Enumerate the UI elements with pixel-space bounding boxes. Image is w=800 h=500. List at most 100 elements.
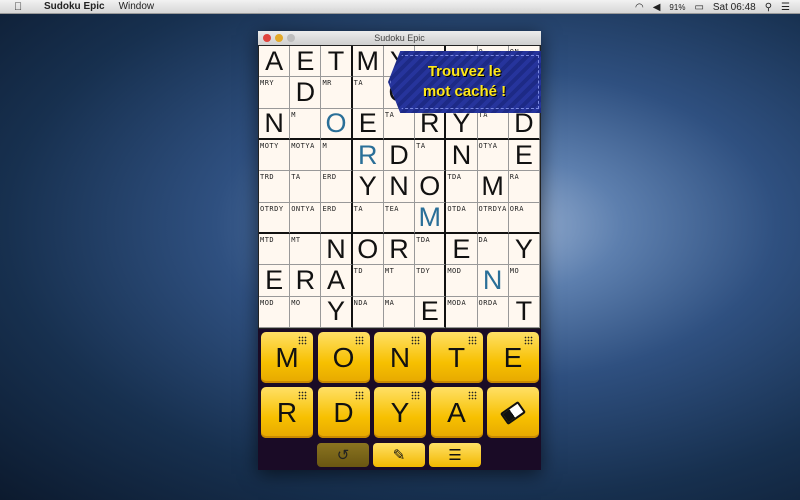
grid-cell[interactable]: ERD: [321, 171, 353, 203]
undo-button[interactable]: ↺: [317, 443, 369, 467]
key-r[interactable]: R: [261, 387, 313, 438]
eraser-button[interactable]: [487, 387, 539, 438]
grid-cell[interactable]: TA: [290, 171, 322, 203]
key-t[interactable]: T: [430, 332, 483, 383]
key-a[interactable]: A: [430, 387, 483, 438]
battery-icon[interactable]: ▭: [694, 2, 703, 13]
grid-cell[interactable]: MT: [383, 265, 416, 297]
close-button[interactable]: [263, 34, 271, 42]
grid-cell[interactable]: MO: [508, 265, 540, 297]
grid-cell[interactable]: T: [321, 46, 353, 78]
grid-cell[interactable]: MRY: [259, 77, 291, 109]
grid-cell[interactable]: ERD: [321, 202, 353, 234]
grid-cell[interactable]: MA: [383, 296, 416, 328]
grid-cell[interactable]: MO: [290, 296, 322, 328]
grid-cell[interactable]: ONTYA: [290, 202, 322, 234]
wifi-icon[interactable]: ◠: [635, 2, 644, 13]
grid-cell[interactable]: E: [259, 265, 291, 297]
key-e[interactable]: E: [487, 332, 539, 383]
grid-cell[interactable]: NDA: [352, 296, 384, 328]
menu-window[interactable]: Window: [119, 1, 155, 12]
minimize-button[interactable]: [275, 34, 283, 42]
grid-cell[interactable]: DA: [477, 234, 509, 266]
grid-cell[interactable]: R: [352, 140, 384, 172]
grid-cell[interactable]: N: [477, 265, 509, 297]
grid-cell[interactable]: MOTY: [259, 140, 291, 172]
grid-cell[interactable]: TA: [477, 108, 509, 140]
grid-cell[interactable]: TRD: [259, 171, 291, 203]
count-dots-icon: [298, 336, 307, 345]
key-n[interactable]: N: [374, 332, 426, 383]
grid-cell[interactable]: TA: [352, 202, 384, 234]
cell-letter: Y: [327, 296, 346, 327]
grid-cell[interactable]: TA: [352, 77, 384, 109]
pencil-button[interactable]: ✎: [373, 443, 425, 467]
grid-cell[interactable]: Y: [508, 234, 540, 266]
grid-cell[interactable]: E: [415, 296, 447, 328]
grid-cell[interactable]: MODA: [446, 296, 478, 328]
grid-cell[interactable]: ORDA: [477, 296, 509, 328]
grid-cell[interactable]: A: [321, 265, 353, 297]
grid-cell[interactable]: M: [290, 108, 322, 140]
grid-cell[interactable]: ORA: [508, 202, 540, 234]
grid-cell[interactable]: M: [477, 171, 509, 203]
grid-cell[interactable]: TDA: [415, 234, 447, 266]
grid-cell[interactable]: E: [446, 234, 478, 266]
grid-cell[interactable]: E: [508, 140, 540, 172]
grid-cell[interactable]: TA: [415, 140, 447, 172]
clock[interactable]: Sat 06:48: [713, 2, 756, 13]
grid-cell[interactable]: D: [383, 139, 416, 172]
key-o[interactable]: O: [317, 332, 370, 383]
spotlight-icon[interactable]: ⚲: [765, 2, 772, 13]
grid-cell[interactable]: E: [352, 108, 384, 140]
grid-cell[interactable]: R: [290, 265, 322, 297]
grid-cell[interactable]: T: [508, 296, 540, 328]
grid-cell[interactable]: TDA: [446, 171, 478, 203]
grid-cell[interactable]: A: [259, 46, 291, 78]
key-m[interactable]: M: [261, 332, 313, 383]
grid-cell[interactable]: Y: [446, 108, 478, 140]
apple-icon[interactable]: : [14, 1, 24, 13]
cell-letter: D: [389, 139, 409, 170]
pencil-notes: MRY: [260, 79, 275, 88]
grid-cell[interactable]: TA: [383, 108, 416, 140]
menu-app-name[interactable]: Sudoku Epic: [44, 1, 105, 12]
menu-button[interactable]: ☰: [429, 443, 481, 467]
grid-cell[interactable]: O: [352, 234, 384, 266]
grid-cell[interactable]: R: [415, 108, 447, 140]
grid-cell[interactable]: N: [321, 234, 353, 266]
grid-cell[interactable]: O: [415, 171, 447, 203]
zoom-button[interactable]: [287, 34, 295, 42]
grid-cell[interactable]: MOD: [446, 265, 478, 297]
grid-cell[interactable]: OTRDYA: [477, 202, 509, 234]
grid-cell[interactable]: M: [415, 202, 447, 234]
grid-cell[interactable]: TDY: [415, 265, 447, 297]
grid-cell[interactable]: MT: [290, 234, 322, 266]
grid-cell[interactable]: D: [290, 77, 322, 109]
grid-cell[interactable]: Y: [352, 171, 384, 203]
volume-icon[interactable]: ◀: [653, 2, 661, 13]
key-y[interactable]: Y: [374, 387, 426, 438]
grid-cell[interactable]: OTYA: [477, 140, 509, 172]
grid-cell[interactable]: R: [383, 234, 416, 266]
grid-cell[interactable]: OTDA: [446, 202, 478, 234]
grid-cell[interactable]: N: [383, 171, 416, 203]
grid-cell[interactable]: OTRDY: [259, 202, 291, 234]
grid-cell[interactable]: N: [259, 108, 291, 140]
grid-cell[interactable]: M: [321, 140, 353, 172]
grid-cell[interactable]: MOD: [259, 296, 291, 328]
key-d[interactable]: D: [317, 387, 370, 438]
grid-cell[interactable]: MR: [321, 77, 353, 109]
grid-cell[interactable]: D: [508, 108, 540, 140]
grid-cell[interactable]: TEA: [383, 202, 416, 234]
grid-cell[interactable]: N: [446, 140, 478, 172]
grid-cell[interactable]: M: [352, 46, 384, 78]
notification-center-icon[interactable]: ☰: [781, 2, 790, 13]
grid-cell[interactable]: RA: [508, 171, 540, 203]
grid-cell[interactable]: E: [290, 46, 322, 78]
grid-cell[interactable]: TD: [352, 265, 384, 297]
grid-cell[interactable]: MOTYA: [290, 140, 322, 172]
grid-cell[interactable]: MTD: [259, 234, 291, 266]
grid-cell[interactable]: Y: [321, 296, 353, 328]
grid-cell[interactable]: O: [321, 108, 353, 140]
